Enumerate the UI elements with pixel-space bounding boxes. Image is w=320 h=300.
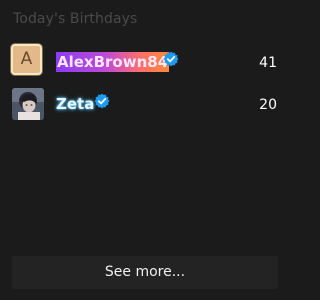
user-photo-icon [12, 88, 44, 120]
age-value: 20 [259, 97, 277, 113]
birthdays-panel: Today's Birthdays A AlexBrown84 41 Zeta … [0, 0, 290, 300]
avatar[interactable] [12, 88, 44, 120]
birthday-row[interactable]: Zeta 20 [0, 86, 290, 122]
verified-badge-icon [94, 93, 110, 109]
avatar-letter: A [20, 49, 33, 69]
verified-badge-icon [163, 51, 179, 67]
birthday-row[interactable]: A AlexBrown84 41 [0, 44, 290, 80]
panel-heading: Today's Birthdays [13, 11, 138, 27]
see-more-button[interactable]: See more... [12, 256, 278, 289]
username: AlexBrown84 [57, 53, 169, 71]
username-link[interactable]: Zeta [56, 94, 94, 114]
username-link[interactable]: AlexBrown84 [56, 52, 170, 72]
username: Zeta [56, 95, 95, 113]
age-value: 41 [259, 55, 277, 71]
avatar[interactable]: A [11, 44, 42, 75]
